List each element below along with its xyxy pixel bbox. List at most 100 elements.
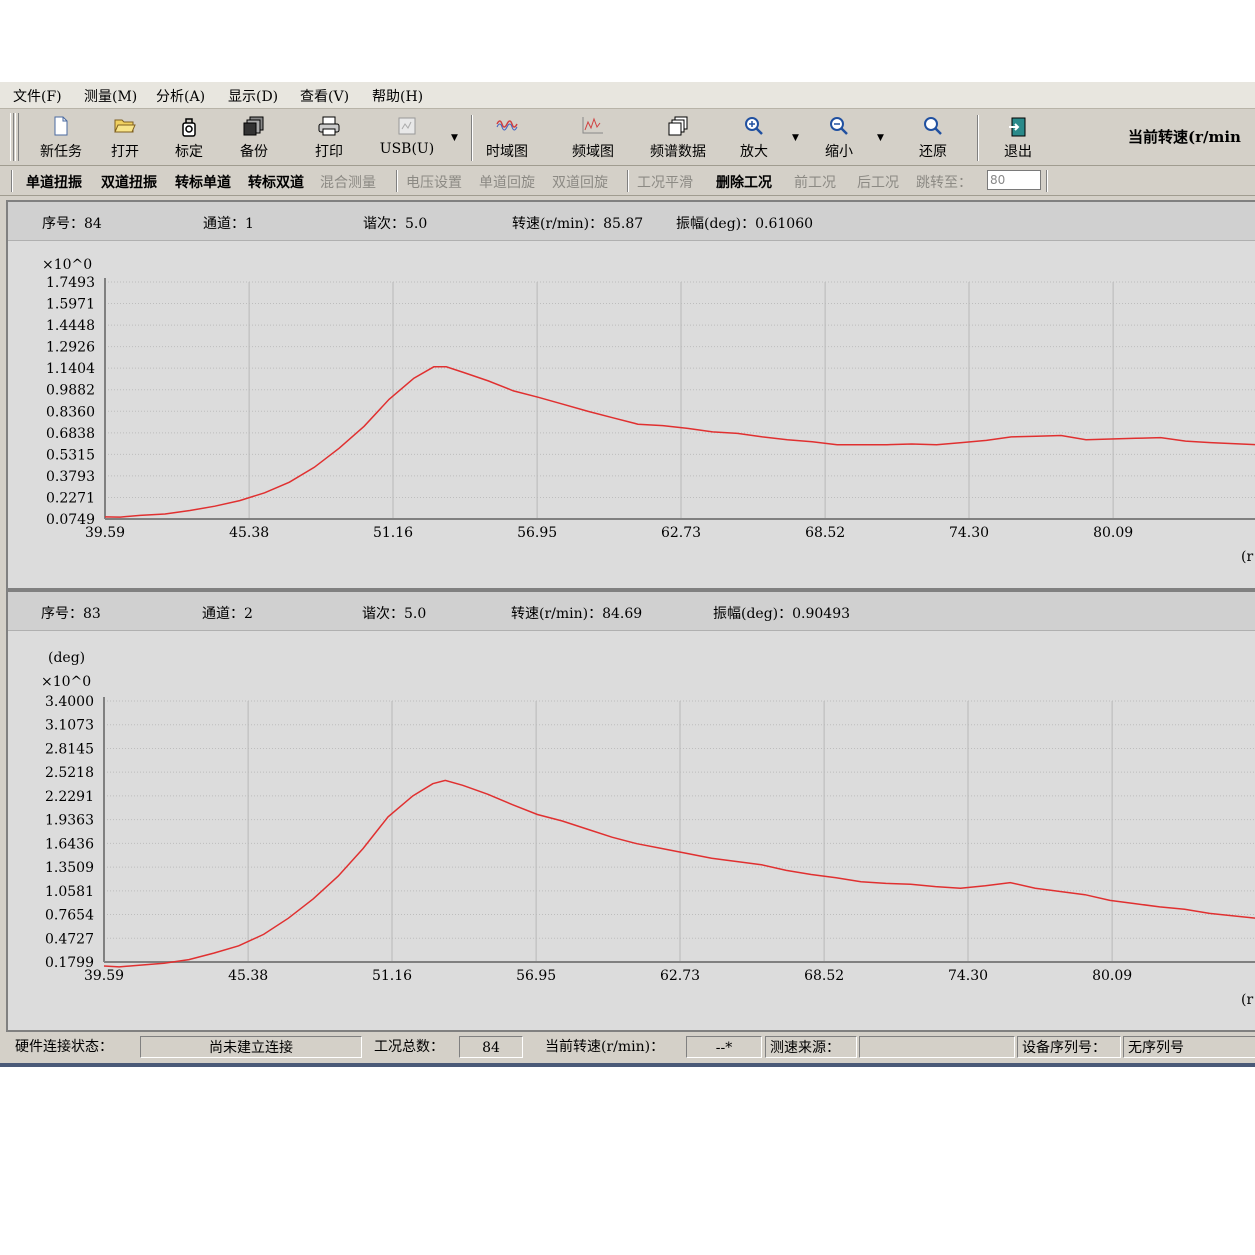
smooth-condition-button[interactable]: 工况平滑 — [637, 172, 693, 192]
calibrate-label: 标定 — [175, 144, 203, 160]
toolbar-separator — [1046, 170, 1048, 192]
x-tick-label: 45.38 — [229, 525, 269, 541]
menu-analysis[interactable]: 分析(A) — [156, 86, 205, 106]
backup-button[interactable]: 备份 — [222, 113, 286, 163]
y-tick-label: 1.1404 — [46, 361, 95, 377]
x-tick-label: 51.16 — [373, 525, 413, 541]
x-tick-label: 80.09 — [1093, 525, 1133, 541]
x-tick-label: 45.38 — [228, 968, 268, 984]
time-domain-label: 时域图 — [486, 144, 528, 160]
zoom-in-button[interactable]: 放大 — [722, 113, 786, 163]
menu-file[interactable]: 文件(F) — [13, 86, 62, 106]
usb-dropdown-arrow-icon[interactable]: ▼ — [451, 133, 458, 143]
y-tick-label: 1.9363 — [45, 813, 94, 829]
open-folder-icon — [93, 116, 157, 138]
usb-label: USB(U) — [379, 141, 435, 157]
y-tick-label: 2.8145 — [45, 741, 94, 757]
measure-toolbar: 单道扭振 双道扭振 转标单道 转标双道 混合测量 电压设置 单道回旋 双道回旋 … — [0, 167, 1255, 196]
next-condition-button[interactable]: 后工况 — [857, 172, 899, 192]
toolbar-separator — [471, 115, 473, 161]
menu-bar: 文件(F) 测量(M) 分析(A) 显示(D) 查看(V) 帮助(H) — [0, 82, 1255, 109]
y-tick-label: 1.3509 — [45, 860, 94, 876]
window-bottom-border — [0, 1063, 1255, 1067]
menu-view[interactable]: 查看(V) — [300, 86, 349, 106]
mixed-measure-button[interactable]: 混合测量 — [320, 172, 376, 192]
time-domain-button[interactable]: 时域图 — [475, 113, 539, 163]
jump-to-label: 跳转至： — [916, 175, 972, 191]
new-task-button[interactable]: 新任务 — [29, 113, 93, 163]
x-tick-label: 62.73 — [661, 525, 701, 541]
spectrum-data-button[interactable]: 频谱数据 — [642, 113, 714, 163]
zoom-in-dropdown-arrow-icon[interactable]: ▼ — [792, 133, 799, 143]
freq-domain-button[interactable]: 频域图 — [561, 113, 625, 163]
x-axis-label: (r — [1241, 549, 1253, 565]
speed-source-label: 测速来源： — [765, 1036, 857, 1058]
zoom-out-dropdown-arrow-icon[interactable]: ▼ — [877, 133, 884, 143]
y-tick-label: 0.5315 — [46, 447, 95, 463]
y-tick-label: 0.7654 — [45, 908, 94, 924]
backup-icon — [222, 116, 286, 138]
scale-label: ×10^0 — [42, 257, 92, 273]
chart-panel-channel-1: 序号：84 通道：1 谐次：5.0 转速(r/min)：85.87 振幅(deg… — [6, 200, 1255, 590]
tach-dual-button[interactable]: 转标双道 — [248, 172, 304, 192]
toolbar-separator — [396, 170, 398, 192]
x-tick-label: 39.59 — [85, 525, 125, 541]
y-tick-label: 1.6436 — [45, 836, 94, 852]
y-tick-label: 1.7493 — [46, 275, 95, 291]
calibrate-button[interactable]: 标定 — [157, 113, 221, 163]
main-toolbar: 新任务 打开 标定 备份 打印 USB(U) ▼ 时域图 频域图 频谱数据 放大… — [0, 109, 1255, 166]
dual-torsion-button[interactable]: 双道扭振 — [101, 172, 157, 192]
toolbar-grip — [11, 170, 13, 192]
y-tick-label: 1.5971 — [46, 297, 95, 313]
print-label: 打印 — [315, 144, 343, 160]
zoom-out-icon — [807, 116, 871, 138]
freq-domain-label: 频域图 — [572, 144, 614, 160]
x-tick-label: 68.52 — [805, 525, 845, 541]
current-rpm-value: --* — [686, 1036, 762, 1058]
x-tick-label: 68.52 — [804, 968, 844, 984]
scale-label: ×10^0 — [41, 674, 91, 690]
menu-display[interactable]: 显示(D) — [228, 86, 278, 106]
y-tick-label: 0.9882 — [46, 383, 95, 399]
current-rpm-title: 当前转速(r/min — [1128, 128, 1241, 146]
new-task-label: 新任务 — [40, 144, 82, 160]
print-button[interactable]: 打印 — [297, 113, 361, 163]
speed-source-value — [859, 1036, 1015, 1058]
zoom-in-icon — [722, 116, 786, 138]
single-torsion-button[interactable]: 单道扭振 — [26, 172, 82, 192]
amplitude-series-line — [104, 366, 1255, 518]
y-tick-label: 1.4448 — [46, 318, 95, 334]
x-tick-label: 74.30 — [948, 968, 988, 984]
open-label: 打开 — [111, 144, 139, 160]
toolbar-grip[interactable] — [10, 113, 14, 161]
delete-condition-button[interactable]: 删除工况 — [716, 172, 772, 192]
open-button[interactable]: 打开 — [93, 113, 157, 163]
voltage-settings-button[interactable]: 电压设置 — [406, 172, 462, 192]
app-window: 文件(F) 测量(M) 分析(A) 显示(D) 查看(V) 帮助(H) 新任务 … — [0, 82, 1255, 1067]
y-tick-label: 0.6838 — [46, 426, 95, 442]
single-rotation-button[interactable]: 单道回旋 — [479, 172, 535, 192]
prev-condition-button[interactable]: 前工况 — [794, 172, 836, 192]
restore-button[interactable]: 还原 — [901, 113, 965, 163]
tach-single-button[interactable]: 转标单道 — [175, 172, 231, 192]
dual-rotation-button[interactable]: 双道回旋 — [552, 172, 608, 192]
y-tick-label: 0.2271 — [46, 490, 95, 506]
menu-measure[interactable]: 测量(M) — [84, 86, 137, 106]
menu-help[interactable]: 帮助(H) — [372, 86, 423, 106]
toolbar-grip-2 — [15, 113, 19, 161]
zoom-out-button[interactable]: 缩小 — [807, 113, 871, 163]
toolbar-separator — [977, 115, 979, 161]
usb-button[interactable]: USB(U) — [375, 113, 439, 163]
x-tick-label: 51.16 — [372, 968, 412, 984]
status-bar: 硬件连接状态： 尚未建立连接 工况总数： 84 当前转速(r/min)： --*… — [0, 1032, 1255, 1062]
exit-button[interactable]: 退出 — [986, 113, 1050, 163]
new-file-icon — [29, 116, 93, 138]
spectrum-data-label: 频谱数据 — [650, 144, 706, 160]
printer-icon — [297, 116, 361, 138]
restore-label: 还原 — [919, 144, 947, 160]
x-axis-label: (r — [1241, 992, 1253, 1008]
x-tick-label: 80.09 — [1092, 968, 1132, 984]
jump-to-input[interactable]: 80 — [987, 170, 1041, 190]
y-tick-label: 3.4000 — [45, 694, 94, 710]
current-rpm-label: 当前转速(r/min)： — [545, 1039, 665, 1055]
